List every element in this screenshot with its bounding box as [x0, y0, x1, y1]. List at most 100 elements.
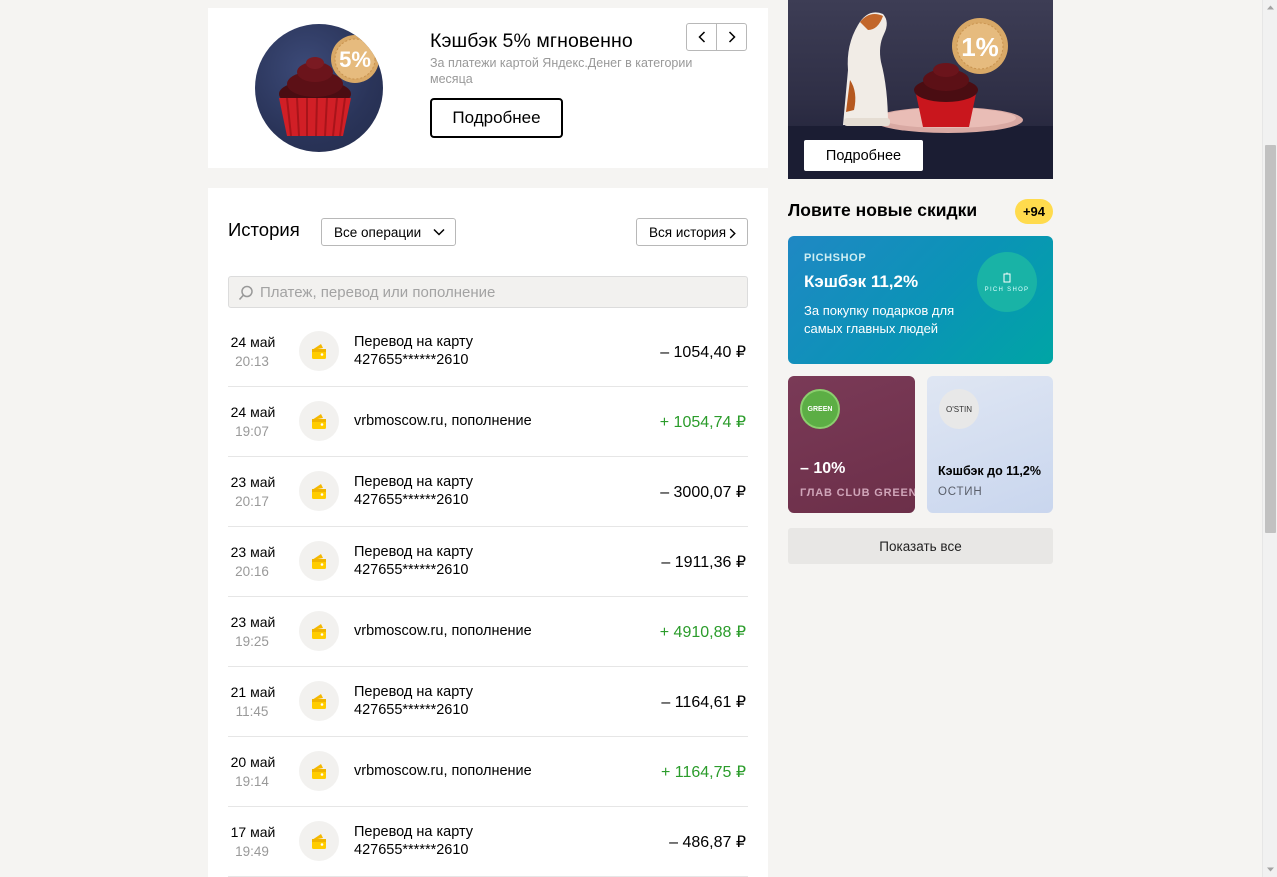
row-title: vrbmoscow.ru, пополнение	[354, 763, 532, 779]
history-list: 24 май 20:13 Перевод на карту 427655******2…	[228, 317, 748, 877]
row-title: Перевод на карту	[354, 824, 474, 840]
row-date: 24 май	[230, 334, 276, 350]
operations-filter-select[interactable]: Все операции	[321, 218, 456, 246]
history-search-input[interactable]	[260, 277, 740, 307]
row-title: Перевод на карту	[354, 544, 474, 560]
row-card-number: 427655******2610	[354, 492, 469, 508]
history-row[interactable]: 23 май 19:25 vrbmoscow.ru, пополнение + 491…	[228, 597, 748, 667]
row-time: 19:25	[235, 634, 269, 649]
page-scrollbar[interactable]	[1262, 0, 1277, 877]
row-amount: + 1054,74 ₽	[659, 414, 746, 431]
show-all-deals-button[interactable]: Показать все	[788, 528, 1053, 564]
row-card-number: 427655******2610	[354, 702, 469, 718]
history-row[interactable]: 17 май 19:49 Перевод на карту 427655******2…	[228, 807, 748, 877]
chevron-down-icon	[433, 228, 445, 236]
row-time: 20:13	[235, 354, 269, 369]
chevron-right-icon	[728, 31, 736, 43]
row-time: 20:16	[235, 564, 269, 579]
pichshop-logo-text: PICH SHOP	[984, 286, 1030, 293]
glav-club-logo: GREEN	[800, 389, 840, 429]
history-search	[228, 276, 748, 308]
row-card-number: 427655******2610	[354, 842, 469, 858]
history-row[interactable]: 23 май 20:16 Перевод на карту 427655******2…	[228, 527, 748, 597]
banner-more-button[interactable]: Подробнее	[804, 140, 923, 171]
row-description: Перевод на карту 427655******2610	[354, 473, 654, 509]
history-row[interactable]: 20 май 19:14 vrbmoscow.ru, пополнение + 116…	[228, 737, 748, 807]
deal-title: – 10%	[800, 460, 846, 477]
deal-title: Кэшбэк до 11,2%	[938, 464, 1041, 478]
history-row[interactable]: 24 май 19:07 vrbmoscow.ru, пополнение + 105…	[228, 387, 748, 457]
row-icon	[299, 401, 339, 441]
history-row[interactable]: 23 май 20:17 Перевод на карту 427655******2…	[228, 457, 748, 527]
row-description: vrbmoscow.ru, пополнение	[354, 412, 654, 430]
row-description: vrbmoscow.ru, пополнение	[354, 622, 654, 640]
yandex-wallet-icon	[312, 554, 326, 569]
all-history-button[interactable]: Вся история	[636, 218, 748, 246]
row-description: Перевод на карту 427655******2610	[354, 683, 654, 719]
row-title: vrbmoscow.ru, пополнение	[354, 413, 532, 429]
operations-filter-value: Все операции	[334, 224, 422, 240]
cashback-banner[interactable]: 1% Подробнее	[788, 0, 1053, 179]
row-icon	[299, 681, 339, 721]
row-date: 20 май	[230, 754, 276, 770]
row-icon	[299, 751, 339, 791]
row-icon	[299, 331, 339, 371]
row-date: 23 май	[230, 614, 276, 630]
row-description: Перевод на карту 427655******2610	[354, 543, 654, 579]
banner-badge-text: 1%	[961, 32, 999, 62]
history-row[interactable]: 21 май 11:45 Перевод на карту 427655******2…	[228, 667, 748, 737]
gift-tag-icon	[1003, 272, 1011, 282]
deal-card-pichshop[interactable]: PICHSHOP Кэшбэк 11,2% За покупку подарко…	[788, 236, 1053, 364]
history-title: История	[228, 219, 300, 240]
prev-button[interactable]	[686, 23, 717, 51]
deal-card-ostin[interactable]: O'STIN Кэшбэк до 11,2% ОСТИН	[927, 376, 1053, 513]
row-icon	[299, 821, 339, 861]
row-icon	[299, 611, 339, 651]
yandex-wallet-icon	[312, 764, 326, 779]
promo-more-button[interactable]: Подробнее	[430, 98, 563, 138]
row-time: 11:45	[235, 704, 269, 719]
promo-title: Кэшбэк 5% мгновенно	[430, 30, 633, 52]
row-amount: – 3000,07 ₽	[660, 484, 746, 501]
deal-title: Кэшбэк 11,2%	[804, 272, 919, 291]
row-time: 20:17	[235, 494, 269, 509]
row-title: Перевод на карту	[354, 684, 474, 700]
history-row[interactable]: 24 май 20:13 Перевод на карту 427655******2…	[228, 317, 748, 387]
row-title: Перевод на карту	[354, 334, 474, 350]
row-amount: + 4910,88 ₽	[659, 624, 746, 641]
row-amount: – 1054,40 ₽	[660, 344, 746, 361]
row-card-number: 427655******2610	[354, 352, 469, 368]
row-date: 23 май	[230, 544, 276, 560]
ostin-logo: O'STIN	[939, 389, 979, 429]
yandex-wallet-icon	[312, 834, 326, 849]
promo-description: За платежи картой Яндекс.Денег в категор…	[430, 56, 693, 86]
yandex-wallet-icon	[312, 694, 326, 709]
cupcake-image: 5%	[255, 24, 383, 152]
row-time: 19:14	[235, 774, 269, 789]
all-history-label: Вся история	[649, 224, 727, 240]
yandex-wallet-icon	[312, 414, 326, 429]
row-time: 19:07	[235, 424, 269, 439]
scroll-up-arrow-icon[interactable]	[1266, 3, 1275, 12]
scrollbar-thumb[interactable]	[1265, 145, 1276, 533]
search-icon	[238, 285, 253, 301]
next-button[interactable]	[716, 23, 747, 51]
row-description: vrbmoscow.ru, пополнение	[354, 762, 654, 780]
row-amount: + 1164,75 ₽	[660, 764, 746, 781]
chevron-left-icon	[697, 31, 705, 43]
row-icon	[299, 541, 339, 581]
row-title: vrbmoscow.ru, пополнение	[354, 623, 532, 639]
scroll-down-arrow-icon[interactable]	[1266, 865, 1275, 874]
deal-card-glav-club[interactable]: GREEN – 10% ГЛАВ CLUB GREEN	[788, 376, 915, 513]
deal-brand: ОСТИН	[938, 486, 983, 498]
deal-brand: ГЛАВ CLUB GREEN	[800, 487, 915, 499]
promo-card: 5% Кэшбэк 5% мгновенно За платежи картой…	[208, 8, 768, 168]
row-date: 21 май	[230, 684, 276, 700]
row-date: 23 май	[230, 474, 276, 490]
row-description: Перевод на карту 427655******2610	[354, 823, 654, 859]
row-amount: – 486,87 ₽	[669, 834, 746, 851]
row-amount: – 1911,36 ₽	[661, 554, 746, 571]
row-time: 19:49	[235, 844, 269, 859]
chevron-right-icon	[729, 228, 736, 239]
deal-description: За покупку подарков для самых главных лю…	[804, 303, 955, 336]
